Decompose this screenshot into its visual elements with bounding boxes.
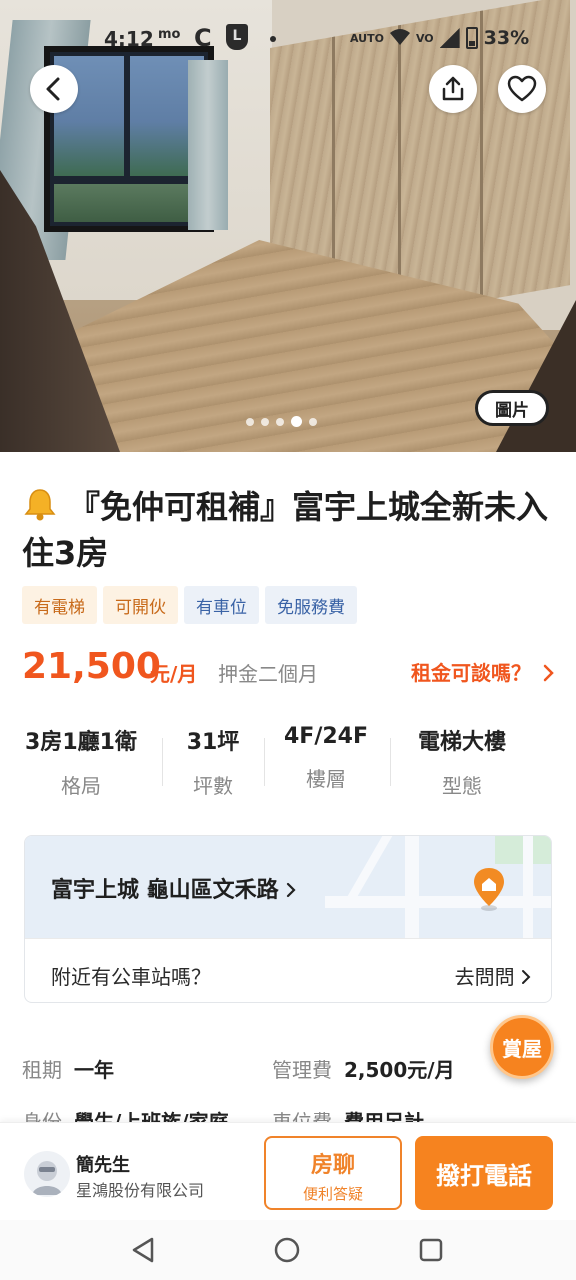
contact-bar: 簡先生 星鴻股份有限公司 房聊 便利答疑 撥打電話 — [0, 1122, 576, 1220]
chat-button-title: 房聊 — [310, 1153, 355, 1178]
listing-title: 『免仲可租補』富宇上城全新未入住3房 — [22, 488, 549, 572]
spec-floor-label: 樓層 — [306, 767, 346, 791]
bus-stop-question: 附近有公車站嗎？ — [51, 965, 211, 989]
share-icon — [442, 76, 464, 101]
agent-company: 星鴻股份有限公司 — [76, 1181, 205, 1200]
back-icon — [46, 77, 60, 101]
status-mo: mo — [158, 27, 181, 42]
tag-cooking: 可開伙 — [103, 586, 178, 624]
heart-icon — [507, 75, 537, 102]
carousel-indicator — [246, 416, 317, 427]
call-button[interactable]: 撥打電話 — [415, 1136, 553, 1210]
divider — [264, 738, 265, 786]
spec-type-label: 型態 — [442, 774, 482, 798]
wifi-icon — [389, 28, 410, 49]
spec-layout: 3房1廳1衛 格局 — [20, 724, 142, 799]
ask-link[interactable]: 去問問 — [455, 961, 531, 990]
battery-icon — [465, 27, 478, 49]
nav-home-icon[interactable] — [273, 1236, 301, 1264]
carousel-dot — [261, 417, 269, 426]
rent-unit: 元/月 — [150, 662, 198, 686]
address-link[interactable]: 富宇上城 龜山區文禾路 — [51, 872, 296, 904]
feature-tags: 有電梯 可開伙 有車位 免服務費 — [22, 586, 357, 624]
status-bar: 4:12 mo C L AUTO VO 33% — [0, 0, 576, 76]
deposit: 押金二個月 — [218, 662, 318, 686]
ask-label: 去問問 — [454, 965, 515, 989]
management-fee-row: 管理費 2,500元/月 — [272, 1054, 455, 1083]
divider — [390, 738, 391, 786]
back-button[interactable] — [30, 65, 78, 113]
carousel-dot — [276, 417, 284, 426]
nav-recents-icon[interactable] — [418, 1237, 444, 1263]
share-button[interactable] — [429, 65, 477, 113]
lease-term-label: 租期 — [22, 1058, 62, 1082]
lease-term-value: 一年 — [74, 1058, 114, 1082]
carousel-dot-active — [291, 416, 302, 427]
listing-title-block: 『免仲可租補』富宇上城全新未入住3房 — [22, 484, 552, 576]
spec-area: 31坪 坪數 — [172, 724, 254, 799]
spec-floor: 4F/24F 樓層 — [272, 724, 380, 792]
photo-curtain-right — [188, 60, 228, 230]
location-card: 富宇上城 龜山區文禾路 附近有公車站嗎？ 去問問 — [24, 835, 552, 1003]
carousel-dot — [309, 417, 317, 426]
view-house-button[interactable]: 賞屋 — [490, 1015, 554, 1079]
map-pin-icon — [474, 868, 504, 911]
bus-stop-question-row[interactable]: 附近有公車站嗎？ 去問問 — [25, 938, 551, 1002]
chevron-right-icon — [543, 664, 554, 682]
signal-icon — [439, 28, 460, 48]
favorite-button[interactable] — [498, 65, 546, 113]
negotiate-label: 租金可談嗎？ — [411, 661, 532, 685]
photo-gallery-button[interactable]: 圖片 — [475, 390, 549, 426]
spec-layout-label: 格局 — [61, 774, 101, 798]
spec-type-value: 電梯大樓 — [417, 730, 506, 755]
spec-area-label: 坪數 — [193, 774, 233, 798]
management-fee-value: 2,500元/月 — [344, 1058, 455, 1082]
chat-button-subtitle: 便利答疑 — [302, 1185, 363, 1203]
lease-term-row: 租期 一年 — [22, 1054, 114, 1083]
rent-price: 21,500 — [22, 646, 161, 687]
chevron-right-icon — [287, 882, 296, 898]
system-nav-bar — [0, 1220, 576, 1280]
agent-name: 簡先生 — [76, 1155, 130, 1176]
auto-label: AUTO — [350, 31, 384, 45]
divider — [162, 738, 163, 786]
spec-floor-value: 4F/24F — [283, 724, 368, 749]
spec-type: 電梯大樓 型態 — [400, 724, 524, 799]
spec-area-value: 31坪 — [186, 730, 240, 755]
status-time: 4:12 — [104, 27, 154, 51]
bell-icon — [24, 489, 56, 521]
chevron-right-icon — [522, 970, 531, 984]
notification-dot-icon — [270, 36, 276, 42]
management-fee-label: 管理費 — [272, 1058, 332, 1082]
status-c-icon: C — [194, 24, 212, 52]
carousel-dot — [246, 417, 254, 426]
battery-percent: 33% — [483, 27, 530, 49]
negotiate-link[interactable]: 租金可談嗎？ — [411, 657, 554, 686]
tag-elevator: 有電梯 — [22, 586, 97, 624]
price-row: 21,500 元/月 押金二個月 租金可談嗎？ — [22, 646, 554, 692]
agent-avatar[interactable] — [24, 1151, 70, 1197]
tag-no-service-fee: 免服務費 — [265, 586, 357, 624]
nav-back-icon[interactable] — [130, 1236, 156, 1264]
address-label: 富宇上城 龜山區文禾路 — [51, 878, 279, 903]
tag-parking: 有車位 — [184, 586, 259, 624]
status-l-icon: L — [226, 24, 248, 50]
vo-label: VO — [415, 31, 434, 45]
map-preview[interactable]: 富宇上城 龜山區文禾路 — [25, 836, 551, 938]
chat-button[interactable]: 房聊 便利答疑 — [264, 1136, 402, 1210]
spec-summary: 3房1廳1衛 格局 31坪 坪數 4F/24F 樓層 電梯大樓 型態 — [0, 724, 576, 814]
status-right: AUTO VO 33% — [350, 26, 529, 50]
spec-layout-value: 3房1廳1衛 — [25, 730, 137, 755]
listing-photo[interactable]: 4:12 mo C L AUTO VO 33% 圖片 — [0, 0, 576, 452]
